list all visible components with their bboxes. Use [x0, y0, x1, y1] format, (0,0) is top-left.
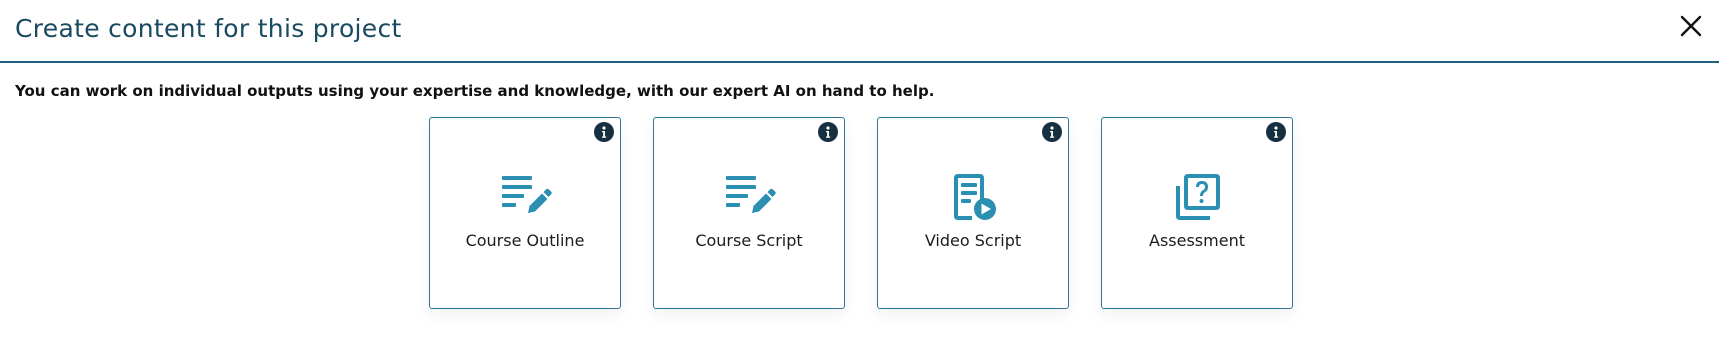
create-content-modal: Create content for this project You can …	[0, 0, 1719, 341]
info-icon	[1274, 126, 1279, 138]
video-script-card[interactable]: Video Script	[877, 117, 1069, 309]
close-button[interactable]	[1679, 14, 1703, 38]
modal-title: Create content for this project	[15, 14, 402, 43]
assessment-label: Assessment	[1149, 231, 1245, 250]
info-icon	[602, 126, 607, 138]
course-script-info-button[interactable]	[818, 122, 838, 142]
course-script-label: Course Script	[695, 231, 803, 250]
video-script-icon	[954, 174, 996, 220]
video-script-info-button[interactable]	[1042, 122, 1062, 142]
course-outline-card[interactable]: Course Outline	[429, 117, 621, 309]
course-outline-info-button[interactable]	[594, 122, 614, 142]
content-type-list: Course Outline Course Script Video Scrip…	[429, 117, 1293, 309]
course-script-card[interactable]: Course Script	[653, 117, 845, 309]
document-edit-icon	[502, 176, 552, 213]
modal-header: Create content for this project	[0, 0, 1719, 63]
quiz-icon	[1176, 174, 1220, 220]
course-outline-label: Course Outline	[465, 231, 585, 250]
assessment-card[interactable]: Assessment	[1101, 117, 1293, 309]
close-icon	[1680, 15, 1702, 37]
info-icon	[826, 126, 831, 138]
assessment-info-button[interactable]	[1266, 122, 1286, 142]
modal-subtitle: You can work on individual outputs using…	[15, 82, 935, 100]
video-script-label: Video Script	[924, 231, 1022, 250]
document-edit-icon	[726, 176, 776, 213]
info-icon	[1050, 126, 1055, 138]
